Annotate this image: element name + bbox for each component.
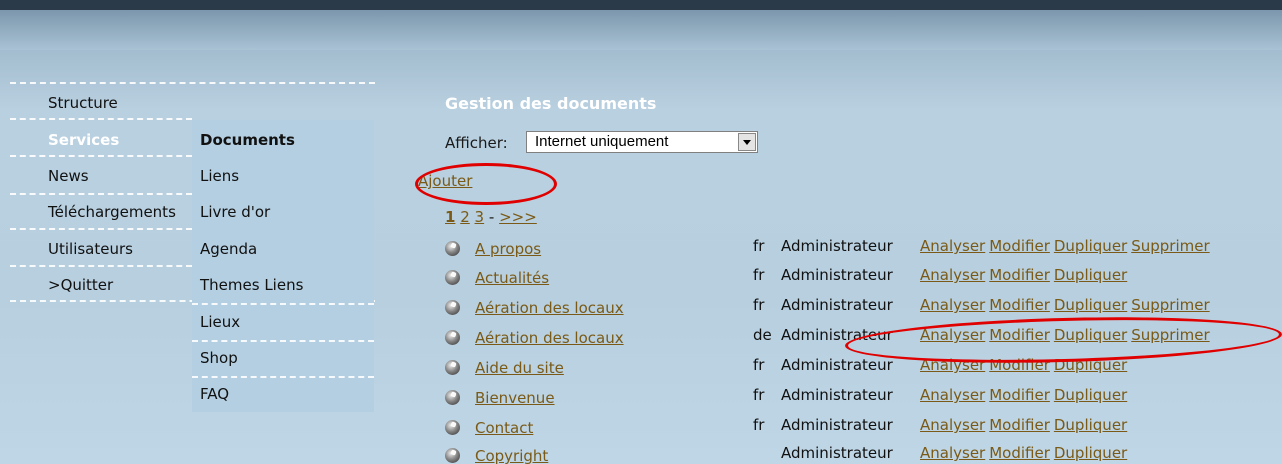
subnav-item-documents[interactable]: Documents — [200, 125, 295, 155]
subnav-item-shop[interactable]: Shop — [200, 343, 238, 373]
dupliquer-link[interactable]: Dupliquer — [1054, 237, 1127, 255]
nav-item-telechargements[interactable]: Téléchargements — [48, 197, 176, 227]
globe-icon — [445, 360, 460, 375]
document-link[interactable]: Aide du site — [475, 359, 564, 377]
nav-item-quitter[interactable]: >Quitter — [48, 270, 113, 300]
subnav-divider — [192, 303, 374, 305]
analyser-link[interactable]: Analyser — [920, 386, 985, 404]
document-link[interactable]: Actualités — [475, 269, 549, 287]
page-current[interactable]: 1 — [445, 208, 455, 226]
nav-divider — [10, 228, 192, 230]
subnav-item-liens[interactable]: Liens — [200, 161, 239, 191]
analyser-link[interactable]: Analyser — [920, 237, 985, 255]
table-row: Aide du site fr Administrateur Analyser M… — [445, 356, 1275, 386]
subnav-divider — [192, 376, 374, 378]
subnav-item-lieux[interactable]: Lieux — [200, 307, 240, 337]
document-link[interactable]: Aération des locaux — [475, 299, 624, 317]
page-link[interactable]: 3 — [475, 208, 485, 226]
modifier-link[interactable]: Modifier — [989, 416, 1050, 434]
nav-divider — [10, 265, 192, 267]
dupliquer-link[interactable]: Dupliquer — [1054, 296, 1127, 314]
document-link[interactable]: Bienvenue — [475, 389, 555, 407]
filter-label: Afficher: — [445, 134, 508, 152]
subnav-divider — [192, 340, 374, 342]
document-lang: fr — [753, 416, 765, 434]
dupliquer-link[interactable]: Dupliquer — [1054, 386, 1127, 404]
filter-select[interactable]: Internet uniquement — [526, 131, 758, 153]
document-lang: fr — [753, 296, 765, 314]
document-link[interactable]: Copyright — [475, 447, 548, 464]
subnav-item-agenda[interactable]: Agenda — [200, 234, 257, 264]
subnav-item-livre-dor[interactable]: Livre d'or — [200, 197, 270, 227]
globe-icon — [445, 420, 460, 435]
document-author: Administrateur — [781, 296, 893, 314]
annotation-circle — [415, 163, 557, 205]
globe-icon — [445, 390, 460, 405]
page-next-link[interactable]: >>> — [499, 208, 537, 226]
globe-icon — [445, 300, 460, 315]
document-author: Administrateur — [781, 416, 893, 434]
nav-item-news[interactable]: News — [48, 161, 89, 191]
document-author: Administrateur — [781, 444, 893, 462]
globe-icon — [445, 330, 460, 345]
document-lang: fr — [753, 386, 765, 404]
filter-select-value: Internet uniquement — [535, 133, 669, 150]
analyser-link[interactable]: Analyser — [920, 444, 985, 462]
document-link[interactable]: Aération des locaux — [475, 329, 624, 347]
document-lang: de — [753, 326, 772, 344]
dupliquer-link[interactable]: Dupliquer — [1054, 416, 1127, 434]
globe-icon — [445, 270, 460, 285]
document-lang: fr — [753, 266, 765, 284]
dupliquer-link[interactable]: Dupliquer — [1054, 444, 1127, 462]
document-author: Administrateur — [781, 386, 893, 404]
pager-separator: - — [488, 208, 495, 226]
page-title: Gestion des documents — [445, 94, 657, 113]
nav-divider — [10, 82, 375, 84]
modifier-link[interactable]: Modifier — [989, 386, 1050, 404]
modifier-link[interactable]: Modifier — [989, 266, 1050, 284]
supprimer-link[interactable]: Supprimer — [1131, 296, 1209, 314]
document-author: Administrateur — [781, 237, 893, 255]
page-link[interactable]: 2 — [460, 208, 470, 226]
modifier-link[interactable]: Modifier — [989, 237, 1050, 255]
document-lang: fr — [753, 356, 765, 374]
table-row: Actualités fr Administrateur Analyser Mod… — [445, 266, 1275, 296]
table-row: Bienvenue fr Administrateur Analyser Modi… — [445, 386, 1275, 416]
header-band — [0, 10, 1282, 50]
document-author: Administrateur — [781, 266, 893, 284]
table-row: Contact fr Administrateur Analyser Modifi… — [445, 416, 1275, 446]
supprimer-link[interactable]: Supprimer — [1131, 237, 1209, 255]
analyser-link[interactable]: Analyser — [920, 416, 985, 434]
table-row: Copyright Administrateur Analyser Modifie… — [445, 444, 1275, 464]
document-link[interactable]: Contact — [475, 419, 533, 437]
table-row: A propos fr Administrateur Analyser Modif… — [445, 237, 1275, 267]
subnav-item-themes-liens[interactable]: Themes Liens — [200, 270, 303, 300]
top-bar — [0, 0, 1282, 10]
subnav-item-faq[interactable]: FAQ — [200, 379, 229, 409]
modifier-link[interactable]: Modifier — [989, 444, 1050, 462]
pagination: 1 2 3 - >>> — [445, 208, 537, 226]
analyser-link[interactable]: Analyser — [920, 296, 985, 314]
modifier-link[interactable]: Modifier — [989, 296, 1050, 314]
document-link[interactable]: A propos — [475, 240, 541, 258]
globe-icon — [445, 241, 460, 256]
nav-item-utilisateurs[interactable]: Utilisateurs — [48, 234, 133, 264]
nav-item-structure[interactable]: Structure — [48, 88, 118, 118]
nav-divider — [10, 118, 192, 120]
dupliquer-link[interactable]: Dupliquer — [1054, 266, 1127, 284]
nav-divider — [10, 155, 192, 157]
nav-item-services[interactable]: Services — [48, 125, 119, 155]
analyser-link[interactable]: Analyser — [920, 266, 985, 284]
nav-divider — [10, 193, 192, 195]
document-author: Administrateur — [781, 356, 893, 374]
document-lang: fr — [753, 237, 765, 255]
globe-icon — [445, 448, 460, 463]
chevron-down-icon[interactable] — [738, 133, 756, 151]
